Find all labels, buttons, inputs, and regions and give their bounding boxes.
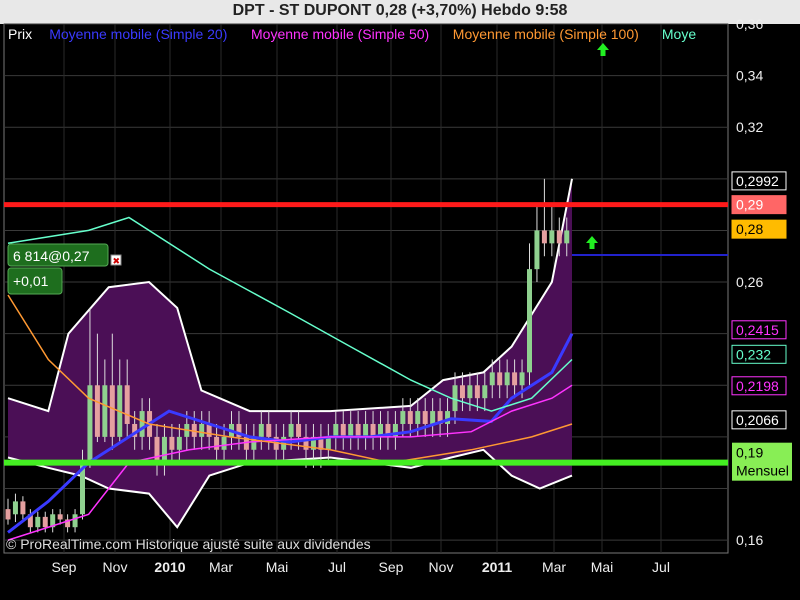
close-icon-glyph: ✖ [113, 256, 121, 266]
x-tick-label: Jul [652, 559, 670, 575]
alert-label-value: 0,19 [736, 445, 763, 461]
candle [176, 436, 182, 450]
candle [549, 230, 555, 244]
price-label: 0,29 [736, 197, 763, 213]
watermark: © ProRealTime.com Historique ajusté suit… [6, 536, 371, 552]
candle [266, 423, 272, 437]
x-tick-label: 2010 [154, 559, 185, 575]
price-label: 0,2992 [736, 173, 779, 189]
x-tick-label: Mar [542, 559, 566, 575]
candle [139, 411, 145, 437]
candle [340, 423, 346, 437]
candle [467, 385, 473, 399]
x-tick-label: Sep [379, 559, 404, 575]
candle [333, 423, 339, 437]
y-tick-label: 0,34 [736, 68, 763, 84]
candle [512, 372, 518, 386]
candle [459, 385, 465, 399]
candle [161, 436, 167, 463]
candle [541, 230, 547, 244]
candle [154, 436, 160, 463]
x-tick-label: Mar [209, 559, 233, 575]
candle [214, 436, 220, 450]
candle [400, 411, 406, 424]
candle [422, 411, 428, 424]
candle [534, 230, 540, 270]
candle [124, 385, 130, 424]
order-box-change: +0,01 [13, 273, 49, 289]
legend-item: Prix [8, 26, 32, 42]
price-chart[interactable]: Prix Moyenne mobile (Simple 20) Moyenne mo… [0, 0, 800, 600]
order-box-quantity: 6 814@0,27 [13, 248, 90, 264]
y-tick-label: 0,36 [736, 16, 763, 32]
candle [474, 385, 480, 399]
candle [482, 385, 488, 399]
candle [199, 423, 205, 437]
candle [169, 436, 175, 450]
candle [564, 230, 570, 244]
legend-item: Moyenne mobile (Simple 50) [251, 26, 429, 42]
candle [504, 372, 510, 386]
candle [527, 269, 532, 373]
candle [407, 411, 413, 424]
price-label: 0,2066 [736, 412, 779, 428]
candle [109, 385, 115, 437]
candle [355, 423, 361, 437]
candle [72, 514, 78, 528]
x-tick-label: Nov [429, 559, 454, 575]
candle [489, 372, 495, 386]
x-tick-label: Jul [328, 559, 346, 575]
legend-item: Moyenne mobile (Simple 100) [453, 26, 639, 42]
candle [415, 411, 421, 424]
y-tick-label: 0,16 [736, 532, 763, 548]
candle [363, 423, 369, 437]
x-tick-label: Sep [52, 559, 77, 575]
legend-item: Moye [662, 26, 696, 42]
candle [348, 423, 354, 437]
candle [519, 372, 525, 386]
alert-label-period: Mensuel [736, 463, 789, 479]
candle [5, 509, 11, 520]
price-label: 0,2198 [736, 378, 779, 394]
candle [556, 230, 562, 244]
price-label: 0,28 [736, 221, 763, 237]
candle [258, 423, 264, 437]
price-label: 0,232 [736, 346, 771, 362]
x-tick-label: Mai [266, 559, 289, 575]
candle [430, 411, 436, 424]
y-tick-label: 0,32 [736, 119, 763, 135]
legend-item: Moyenne mobile (Simple 20) [49, 26, 227, 42]
candle [42, 516, 48, 528]
x-tick-label: Mai [591, 559, 614, 575]
x-tick-label: Nov [103, 559, 128, 575]
candle [296, 423, 302, 437]
candle [102, 385, 108, 437]
candle [94, 385, 100, 437]
candle [57, 514, 63, 520]
y-tick-label: 0,26 [736, 274, 763, 290]
candle [497, 372, 503, 386]
candle [221, 436, 227, 450]
candle [35, 516, 41, 528]
price-label: 0,2415 [736, 322, 779, 338]
candle [288, 423, 294, 437]
x-tick-label: 2011 [482, 559, 513, 575]
candle [20, 501, 26, 515]
candle [12, 501, 18, 515]
